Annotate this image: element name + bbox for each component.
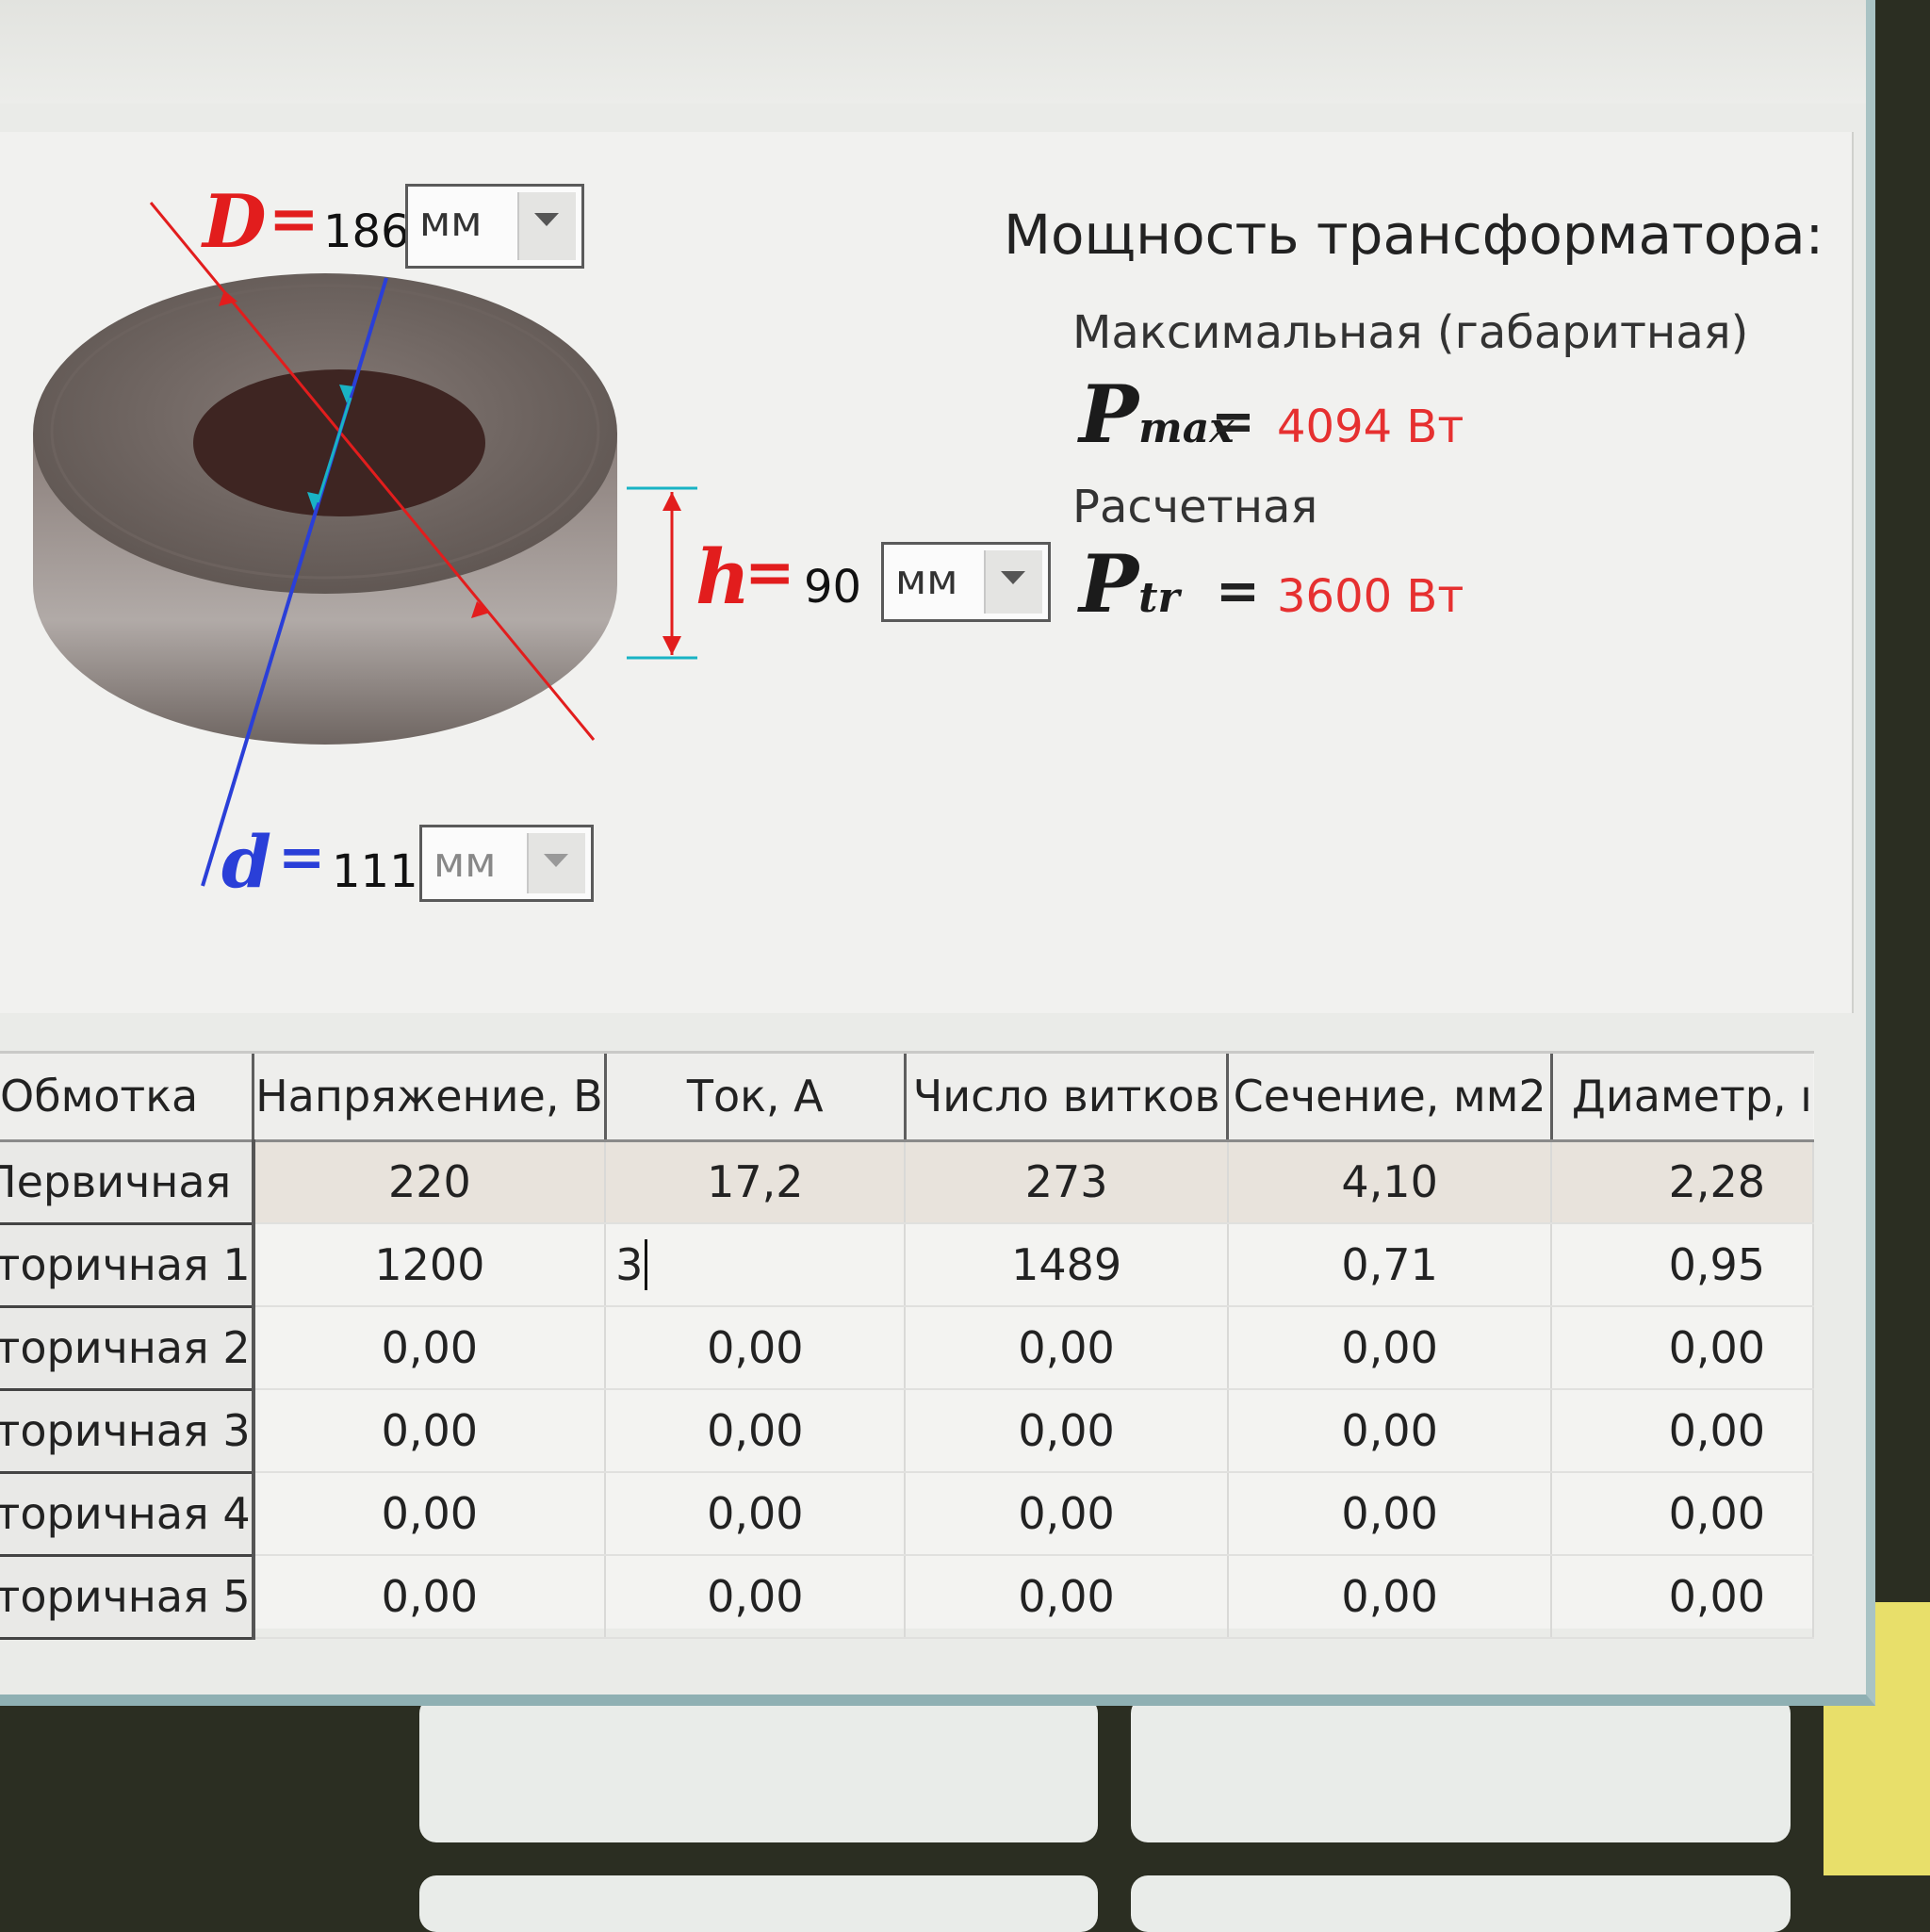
- cell-voltage[interactable]: 0,00: [253, 1472, 607, 1556]
- cell-voltage[interactable]: 220: [253, 1140, 607, 1224]
- dimension-d-input[interactable]: 111: [332, 845, 418, 898]
- row-name: Первичная: [0, 1140, 255, 1225]
- table-row[interactable]: Вторичная 2 0,00 0,00 0,00 0,00 0,00: [0, 1306, 1814, 1391]
- dimension-h-symbol: h: [695, 532, 751, 621]
- table-row[interactable]: Вторичная 3 0,00 0,00 0,00 0,00 0,00: [0, 1389, 1814, 1474]
- cell-current[interactable]: 0,00: [605, 1389, 907, 1473]
- row-name: Вторичная 1: [0, 1223, 255, 1308]
- ptr-subscript: tr: [1138, 574, 1180, 622]
- desktop-tile: [419, 1875, 1098, 1932]
- dimension-h-input[interactable]: 90: [804, 561, 861, 614]
- cell-turns[interactable]: 0,00: [905, 1472, 1229, 1556]
- ptr-letter: P: [1079, 537, 1139, 630]
- table-row[interactable]: Вторичная 5 0,00 0,00 0,00 0,00 0,00: [0, 1555, 1814, 1640]
- chevron-down-icon[interactable]: [517, 192, 576, 260]
- cell-section[interactable]: 0,00: [1227, 1555, 1553, 1639]
- calculated-power-label: Расчетная: [1072, 481, 1318, 533]
- max-power-label: Максимальная (габаритная): [1072, 306, 1749, 359]
- cell-section[interactable]: 0,00: [1227, 1306, 1553, 1390]
- cell-turns[interactable]: 0,00: [905, 1306, 1229, 1390]
- cell-diameter[interactable]: 0,00: [1551, 1389, 1814, 1473]
- dimension-d-symbol: d: [221, 820, 272, 904]
- cell-section[interactable]: 0,00: [1227, 1389, 1553, 1473]
- desktop-tile: [1131, 1696, 1791, 1842]
- windings-table: Обмотка Напряжение, В Ток, А Число витко…: [0, 1054, 1814, 1640]
- ptr-equals: =: [1216, 561, 1260, 622]
- column-header-section[interactable]: Сечение, мм2: [1227, 1054, 1553, 1142]
- cell-turns[interactable]: 0,00: [905, 1389, 1229, 1473]
- ptr-value: 3600 Вт: [1277, 570, 1464, 623]
- cell-turns[interactable]: 0,00: [905, 1555, 1229, 1639]
- text-cursor: [645, 1239, 648, 1290]
- dimension-d-unit-select[interactable]: мм: [419, 825, 594, 902]
- row-name: Вторичная 3: [0, 1389, 255, 1474]
- cell-current-text[interactable]: 3: [615, 1239, 643, 1290]
- row-name: Вторичная 2: [0, 1306, 255, 1391]
- dimension-D-equals: =: [269, 184, 319, 254]
- column-header-voltage[interactable]: Напряжение, В: [253, 1054, 607, 1142]
- window-top-area: [0, 0, 1866, 104]
- pmax-value: 4094 Вт: [1277, 401, 1464, 453]
- power-title: Мощность трансформатора:: [1004, 203, 1824, 267]
- dimension-D-unit-select[interactable]: мм: [405, 184, 584, 269]
- table-row[interactable]: Первичная 220 17,2 273 4,10 2,28: [0, 1140, 1814, 1225]
- ptr-symbol: Ptr: [1079, 537, 1180, 630]
- row-name: Вторичная 5: [0, 1555, 255, 1640]
- cell-section[interactable]: 0,00: [1227, 1472, 1553, 1556]
- dimension-d-equals: =: [278, 825, 326, 891]
- column-header-winding[interactable]: Обмотка: [0, 1054, 255, 1142]
- cell-turns[interactable]: 273: [905, 1140, 1229, 1224]
- pmax-letter: P: [1079, 368, 1139, 461]
- pmax-equals: =: [1211, 391, 1255, 452]
- column-header-diameter[interactable]: Диаметр, ı: [1551, 1054, 1813, 1142]
- dimension-h-unit-select[interactable]: мм: [881, 542, 1051, 622]
- cell-current[interactable]: 17,2: [605, 1140, 907, 1224]
- dimension-h-equals: =: [744, 537, 795, 608]
- table-row[interactable]: Вторичная 4 0,00 0,00 0,00 0,00 0,00: [0, 1472, 1814, 1557]
- cell-current[interactable]: 0,00: [605, 1555, 907, 1639]
- cell-voltage[interactable]: 0,00: [253, 1555, 607, 1639]
- cell-turns[interactable]: 1489: [905, 1223, 1229, 1307]
- row-name: Вторичная 4: [0, 1472, 255, 1557]
- app-window: D = 186 мм h = 90 мм d = 111 мм Мощность…: [0, 0, 1875, 1706]
- column-header-turns[interactable]: Число витков: [905, 1054, 1230, 1142]
- cell-diameter[interactable]: 0,00: [1551, 1472, 1814, 1556]
- unit-label: мм: [433, 839, 497, 887]
- windings-grid: Обмотка Напряжение, В Ток, А Число витко…: [0, 1051, 1814, 1640]
- desktop-tile: [1131, 1875, 1791, 1932]
- unit-label: мм: [419, 198, 482, 246]
- chevron-down-icon[interactable]: [984, 550, 1042, 614]
- cell-diameter[interactable]: 0,00: [1551, 1555, 1814, 1639]
- unit-label: мм: [895, 556, 958, 604]
- dimension-D-input[interactable]: 186: [323, 205, 410, 258]
- column-header-current[interactable]: Ток, А: [605, 1054, 907, 1142]
- table-header-row: Обмотка Напряжение, В Ток, А Число витко…: [0, 1054, 1813, 1142]
- cell-current-editing[interactable]: 3: [605, 1223, 907, 1307]
- chevron-down-icon[interactable]: [527, 833, 585, 893]
- desktop-tile: [419, 1696, 1098, 1842]
- cell-current[interactable]: 0,00: [605, 1306, 907, 1390]
- cell-current[interactable]: 0,00: [605, 1472, 907, 1556]
- cell-diameter[interactable]: 0,95: [1551, 1223, 1814, 1307]
- cell-voltage[interactable]: 0,00: [253, 1306, 607, 1390]
- cell-section[interactable]: 4,10: [1227, 1140, 1553, 1224]
- cell-voltage[interactable]: 1200: [253, 1223, 607, 1307]
- cell-diameter[interactable]: 0,00: [1551, 1306, 1814, 1390]
- cell-voltage[interactable]: 0,00: [253, 1389, 607, 1473]
- cell-diameter[interactable]: 2,28: [1551, 1140, 1814, 1224]
- cell-section[interactable]: 0,71: [1227, 1223, 1553, 1307]
- table-row[interactable]: Вторичная 1 1200 3 1489 0,71 0,95: [0, 1223, 1814, 1308]
- dimension-D-symbol: D: [203, 179, 267, 265]
